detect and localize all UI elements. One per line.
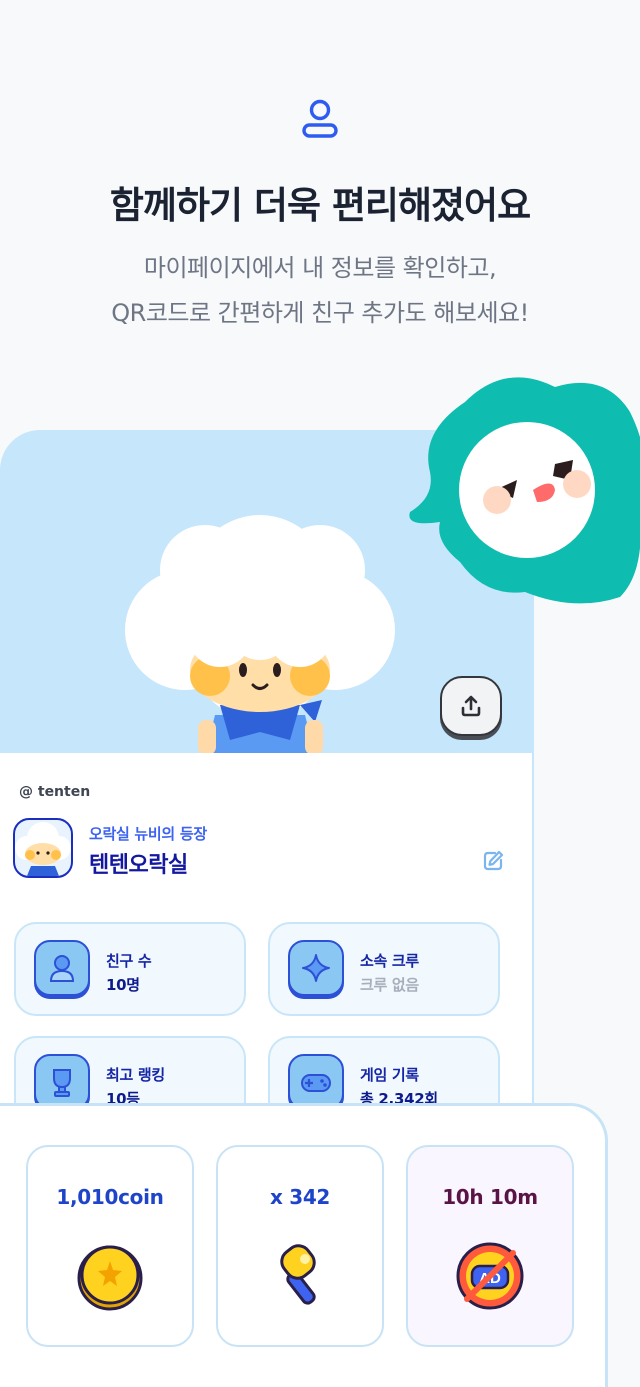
stat-friends[interactable]: 친구 수 10명 (14, 922, 246, 1016)
character-illustration (125, 515, 395, 755)
user-icon (302, 99, 338, 138)
user-handle: @ tenten (19, 784, 91, 800)
crew-sparkle-icon (288, 940, 344, 996)
reward-card-hammer[interactable]: x 342 (216, 1145, 384, 1347)
gamepad-icon (288, 1054, 344, 1110)
page-subtitle: 마이페이지에서 내 정보를 확인하고, QR코드로 간편하게 친구 추가도 해보… (0, 246, 640, 336)
trophy-icon (34, 1054, 90, 1110)
stat-value: 크루 없음 (360, 976, 419, 994)
share-button[interactable] (440, 676, 502, 736)
share-upload-icon (461, 695, 481, 717)
no-ad-icon: AD (456, 1242, 524, 1310)
stat-label: 게임 기록 (360, 1066, 419, 1084)
subtitle-line-1: 마이페이지에서 내 정보를 확인하고, (143, 254, 497, 282)
coin-icon (77, 1245, 143, 1311)
stat-crew[interactable]: 소속 크루 크루 없음 (268, 922, 500, 1016)
subtitle-line-2: QR코드로 간편하게 친구 추가도 해보세요! (111, 299, 529, 327)
page-title: 함께하기 더욱 편리해졌어요 (109, 184, 531, 227)
stat-label: 소속 크루 (360, 952, 419, 970)
reward-value: 1,010coin (56, 1185, 164, 1209)
avatar[interactable] (13, 818, 73, 878)
stat-label: 최고 랭킹 (106, 1066, 165, 1084)
pencil-edit-icon[interactable] (481, 849, 505, 873)
profile-nickname: 텐텐오락실 (89, 853, 188, 878)
reward-card-coin[interactable]: 1,010coin (26, 1145, 194, 1347)
hammer-icon (280, 1244, 316, 1305)
friends-icon (34, 940, 90, 996)
mascot-illustration (409, 377, 640, 604)
reward-card-no-ad[interactable]: 10h 10m AD (406, 1145, 574, 1347)
profile-title-badge: 오락실 뉴비의 등장 (89, 825, 207, 843)
stat-value: 10명 (106, 976, 140, 994)
reward-value: 10h 10m (442, 1185, 538, 1209)
reward-value: x 342 (269, 1185, 331, 1209)
avatar-character-icon (15, 820, 71, 876)
stat-label: 친구 수 (106, 952, 152, 970)
